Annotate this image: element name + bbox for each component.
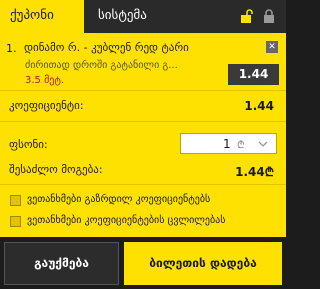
bet-item: 1. დინამო რ. - კუბლენ რედ ტარი ძირითად დ… <box>0 33 286 90</box>
divider <box>0 184 286 185</box>
bet-title: დინამო რ. - კუბლენ რედ ტარი <box>24 41 189 54</box>
stake-value: 1 <box>223 137 231 151</box>
coefficient-label: კოეფიციენტი: <box>9 99 84 112</box>
accept-odds-change-label: ვეთანხმები კოეფიციენტების ცვლილებას <box>27 215 226 226</box>
stake-label: ფსონი: <box>9 138 48 151</box>
bet-slip-panel: 1. დინამო რ. - კუბლენ რედ ტარი ძირითად დ… <box>0 33 286 237</box>
bet-number: 1. <box>6 42 17 55</box>
close-icon[interactable]: ✕ <box>266 41 278 53</box>
bet-odd: 1.44 <box>228 64 279 85</box>
stake-currency: ₾ <box>237 140 245 151</box>
lock-closed-icon[interactable] <box>262 9 276 23</box>
accept-higher-odds-checkbox[interactable] <box>10 195 21 206</box>
bet-stake: 3.5 მეტ. <box>25 75 65 86</box>
possible-win-value: 1.44₾ <box>235 165 274 179</box>
place-bet-button[interactable]: ბილეთის დადება <box>124 242 282 285</box>
tab-bar: ქუპონი სისტემა <box>0 0 286 33</box>
tab-coupon-label: ქუპონი <box>10 8 54 23</box>
divider <box>0 90 286 91</box>
cancel-button[interactable]: გაუქმება <box>4 242 119 285</box>
stake-input[interactable]: 1 ₾ <box>180 133 277 154</box>
accept-higher-odds-label: ვეთანხმები გაზრდილ კოეფიციენტებს <box>27 194 211 205</box>
coefficient-value: 1.44 <box>244 99 274 113</box>
divider <box>0 121 286 122</box>
tab-coupon[interactable]: ქუპონი <box>0 0 84 33</box>
accept-odds-change-checkbox[interactable] <box>10 216 21 227</box>
possible-win-label: შესაძლო მოგება: <box>9 163 103 176</box>
chevron-down-icon[interactable] <box>257 138 269 150</box>
tab-system[interactable]: სისტემა <box>98 8 147 23</box>
bet-market: ძირითად დროში გატანილი გ... <box>25 60 178 71</box>
lock-open-icon[interactable] <box>240 9 254 23</box>
